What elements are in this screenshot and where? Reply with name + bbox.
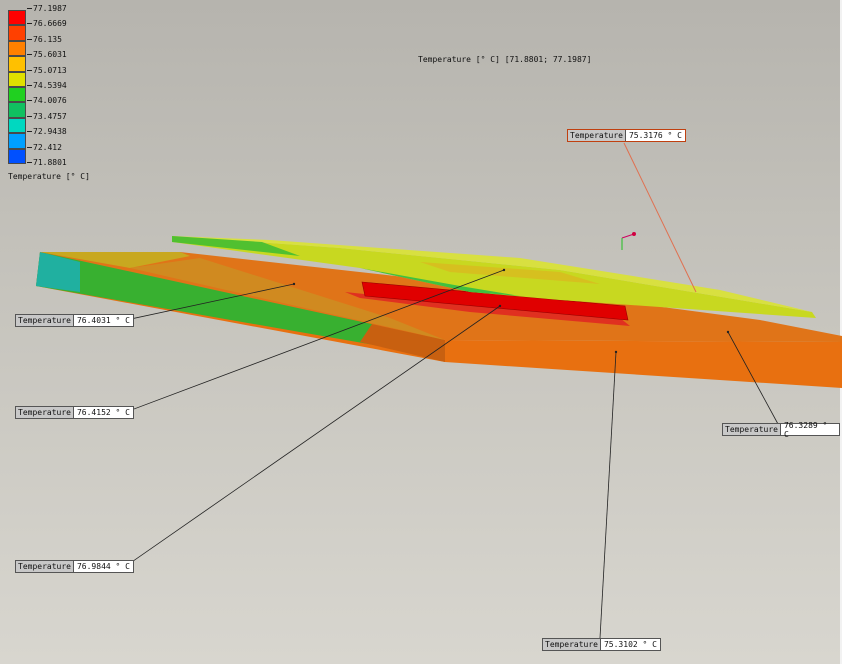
probe-label: Temperature: [16, 407, 74, 418]
legend-tick-label: 72.412: [33, 143, 62, 152]
probe-callout[interactable]: Temperature 76.4031 ° C: [15, 314, 134, 327]
probe-value: 76.4152 ° C: [73, 407, 133, 418]
probe-value: 76.9844 ° C: [73, 561, 133, 572]
legend-swatch: [8, 10, 26, 26]
legend-tick-label: 76.6669: [33, 19, 67, 28]
legend-swatch: [8, 102, 26, 118]
legend-tick-label: 77.1987: [33, 4, 67, 13]
legend-swatch: [8, 56, 26, 72]
probe-callout[interactable]: Temperature 76.9844 ° C: [15, 560, 134, 573]
axis-origin: [632, 232, 636, 236]
probe-callout[interactable]: Temperature 75.3176 ° C: [567, 129, 686, 142]
legend-swatch: [8, 117, 26, 134]
probe-label: Temperature: [568, 130, 626, 141]
probe-value: 75.3102 ° C: [600, 639, 660, 650]
legend-swatch: [8, 148, 26, 164]
legend-tick-label: 74.0076: [33, 96, 67, 105]
legend-tick-label: 71.8801: [33, 158, 67, 167]
legend-caption: Temperature [° C]: [8, 172, 90, 181]
legend-tick-label: 76.135: [33, 35, 62, 44]
3d-viewport[interactable]: 77.1987 76.6669 76.135 75.6031 75.0713 7…: [0, 0, 842, 664]
probe-value: 76.3289 ° C: [780, 421, 839, 439]
probe-callout[interactable]: Temperature 75.3102 ° C: [542, 638, 661, 651]
legend-tick-label: 72.9438: [33, 127, 67, 136]
probe-label: Temperature: [723, 424, 781, 435]
probe-label: Temperature: [16, 561, 74, 572]
legend-tick-label: 74.5394: [33, 81, 67, 90]
legend-tick-label: 73.4757: [33, 112, 67, 121]
scene-title: Temperature [° C] [71.8801; 77.1987]: [418, 55, 592, 64]
leader-line-1: [623, 142, 697, 293]
legend-tick-label: 75.6031: [33, 50, 67, 59]
probe-callout[interactable]: Temperature 76.3289 ° C: [722, 421, 840, 439]
legend-tick-label: 75.0713: [33, 66, 67, 75]
leader-line-6: [599, 351, 617, 639]
probe-value: 75.3176 ° C: [625, 130, 685, 141]
probe-value: 76.4031 ° C: [73, 315, 133, 326]
leader-line-5: [125, 305, 501, 567]
probe-label: Temperature: [543, 639, 601, 650]
legend-swatch: [8, 25, 26, 41]
probe-label: Temperature: [16, 315, 74, 326]
legend-swatch: [8, 133, 26, 149]
probe-callout[interactable]: Temperature 76.4152 ° C: [15, 406, 134, 419]
legend-swatch: [8, 87, 26, 103]
legend-swatch: [8, 40, 26, 57]
legend-swatch: [8, 71, 26, 87]
